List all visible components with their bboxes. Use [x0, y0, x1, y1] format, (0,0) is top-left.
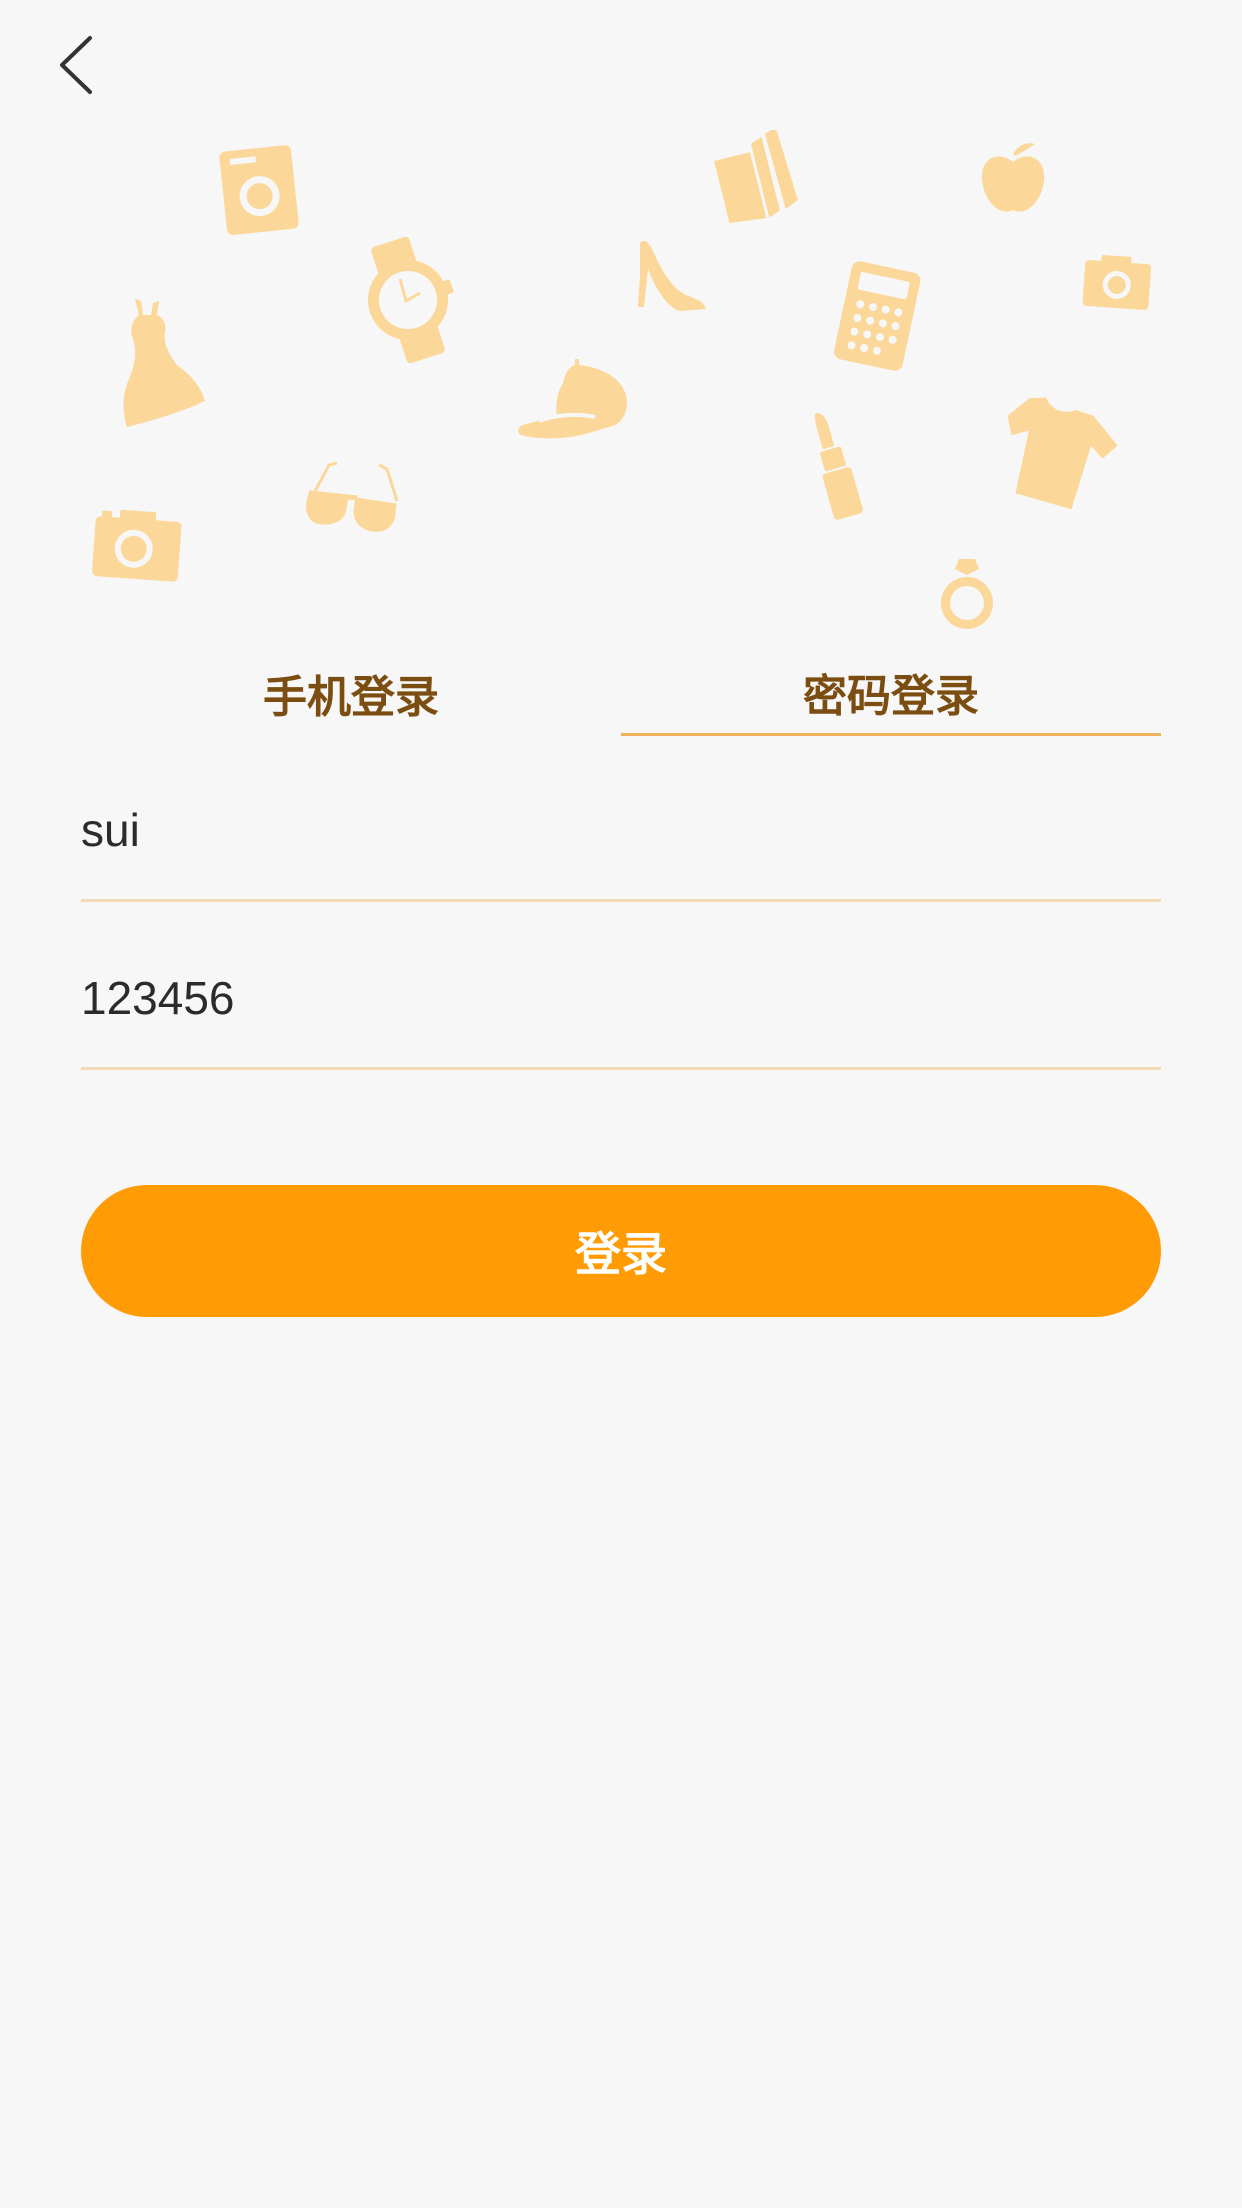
- chevron-left-icon: [60, 36, 92, 94]
- tab-password-login[interactable]: 密码登录: [621, 650, 1161, 736]
- tshirt-icon: [1007, 397, 1118, 510]
- sunglasses-icon: [306, 461, 399, 532]
- cap-icon: [518, 359, 627, 439]
- dress-icon: [123, 299, 205, 427]
- book-icon: [713, 130, 798, 224]
- high-heel-icon: [638, 241, 706, 311]
- lipstick-icon: [814, 413, 863, 520]
- username-input[interactable]: [81, 802, 1161, 857]
- login-button[interactable]: 登录: [81, 1185, 1161, 1317]
- camera-icon: [1082, 255, 1152, 310]
- camera-icon: [92, 509, 182, 582]
- password-input[interactable]: [81, 970, 1161, 1025]
- login-tabs: 手机登录 密码登录: [81, 650, 1161, 740]
- calculator-icon: [834, 261, 921, 371]
- watch-icon: [368, 236, 454, 364]
- back-button[interactable]: [48, 30, 118, 100]
- apple-icon: [981, 143, 1045, 212]
- ring-icon: [941, 559, 993, 629]
- tab-phone-login[interactable]: 手机登录: [81, 650, 621, 736]
- washing-machine-icon: [219, 145, 299, 236]
- decorative-illustration: [0, 110, 1242, 640]
- username-field: [81, 782, 1161, 902]
- password-field: [81, 950, 1161, 1070]
